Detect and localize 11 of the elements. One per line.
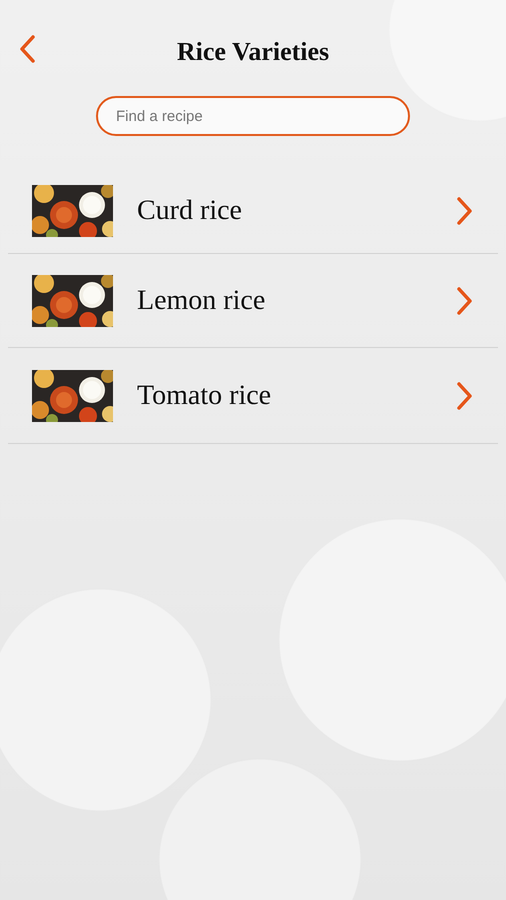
chevron-right-icon[interactable] xyxy=(456,196,474,226)
recipe-row[interactable]: Curd rice xyxy=(8,168,498,254)
recipe-name: Tomato rice xyxy=(137,378,272,412)
chevron-right-icon[interactable] xyxy=(456,286,474,316)
recipe-row[interactable]: Tomato rice xyxy=(8,348,498,444)
recipe-name: Lemon rice xyxy=(137,284,266,318)
recipe-row[interactable]: Lemon rice xyxy=(8,254,498,348)
recipe-name: Curd rice xyxy=(137,194,243,228)
search-field[interactable]: Find a recipe xyxy=(96,96,410,136)
chevron-right-icon[interactable] xyxy=(456,380,474,410)
page-title: Rice Varieties xyxy=(176,36,330,68)
